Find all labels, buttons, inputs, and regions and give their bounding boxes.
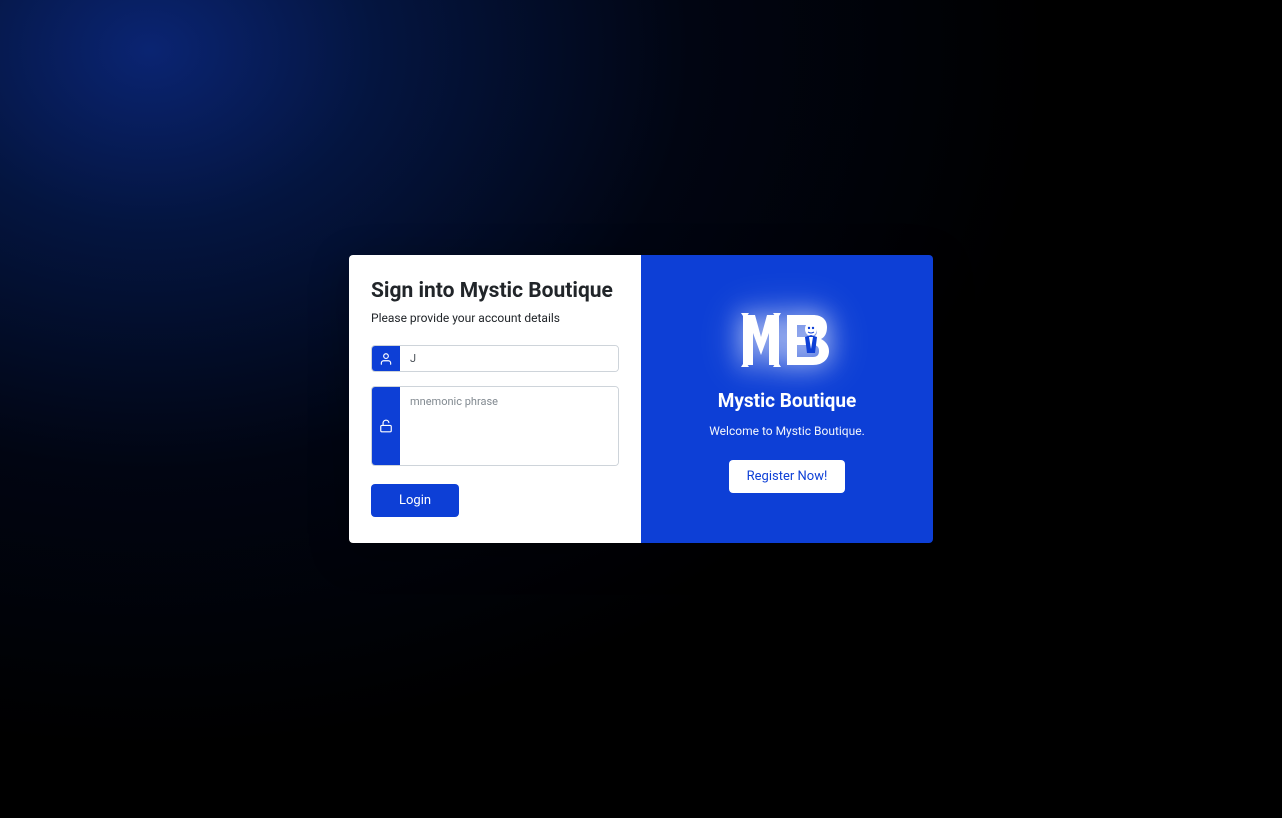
account-input[interactable] <box>400 346 618 371</box>
mnemonic-input-group <box>371 386 619 466</box>
lock-icon <box>372 387 400 465</box>
mnemonic-input[interactable] <box>400 387 618 465</box>
login-card: Sign into Mystic Boutique Please provide… <box>349 255 933 543</box>
brand-logo <box>739 305 835 379</box>
welcome-panel: Mystic Boutique Welcome to Mystic Boutiq… <box>641 255 933 543</box>
signin-panel: Sign into Mystic Boutique Please provide… <box>349 255 641 543</box>
account-input-group <box>371 345 619 372</box>
page-title: Sign into Mystic Boutique <box>371 279 619 303</box>
register-button[interactable]: Register Now! <box>729 460 846 493</box>
welcome-text: Welcome to Mystic Boutique. <box>709 424 865 438</box>
login-button[interactable]: Login <box>371 484 459 517</box>
page-subtitle: Please provide your account details <box>371 311 619 325</box>
user-icon <box>372 346 400 371</box>
brand-name: Mystic Boutique <box>718 389 857 412</box>
